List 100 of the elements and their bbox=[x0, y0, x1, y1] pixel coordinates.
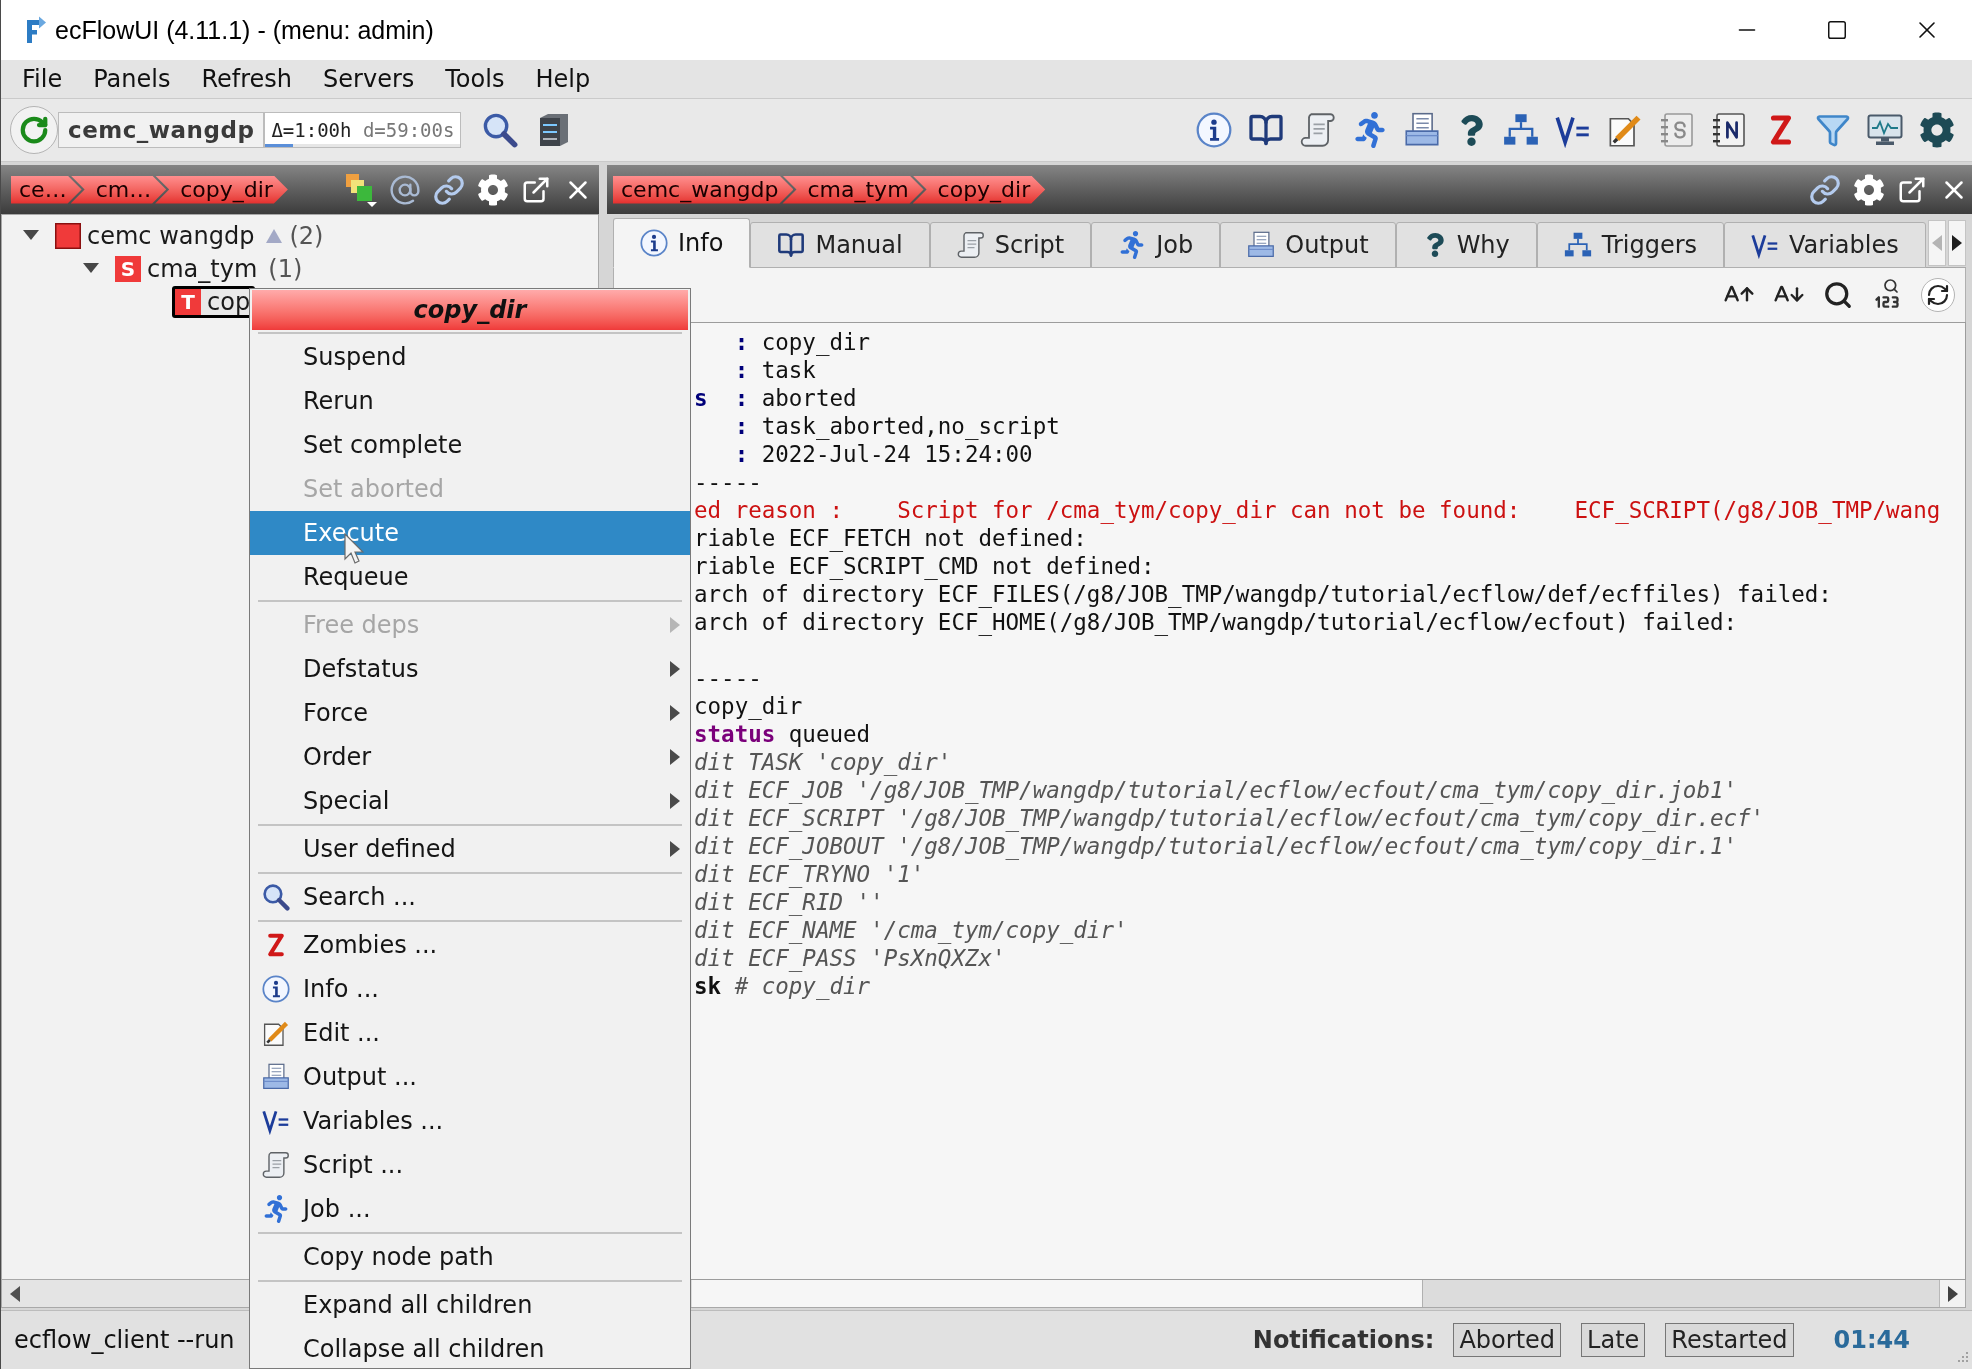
tab[interactable]: Job bbox=[1091, 222, 1221, 268]
clock-time: 01:44 bbox=[1833, 1328, 1910, 1352]
comment-line: dit ECF_SCRIPT '/g8/JOB_TMP/wangdp/tutorial/ecflow/ecfout/cma_tym/copy_dir.ecf' bbox=[694, 804, 1765, 832]
tab[interactable]: Info bbox=[613, 218, 751, 268]
menu-item[interactable]: Search ... bbox=[250, 875, 690, 919]
tab[interactable]: Script bbox=[929, 222, 1092, 268]
keyword: status bbox=[694, 720, 776, 748]
hierarchy-icon[interactable] bbox=[1503, 112, 1539, 148]
menu-item[interactable]: Requeue bbox=[250, 555, 690, 599]
status-message: ecflow_client --run bbox=[14, 1328, 235, 1352]
node-type-badge: S bbox=[115, 255, 141, 282]
menu-bar-item[interactable]: Panels bbox=[93, 67, 171, 91]
hierarchy-icon bbox=[1563, 231, 1592, 259]
settings-icon[interactable] bbox=[477, 173, 509, 206]
detach-icon[interactable] bbox=[521, 174, 551, 205]
text-line: riable ECF_FETCH not defined: bbox=[694, 524, 1087, 552]
breadcrumb[interactable]: copy_dir bbox=[912, 175, 1046, 204]
at-sign-icon[interactable] bbox=[389, 173, 421, 206]
menu-bar-item[interactable]: Tools bbox=[445, 67, 505, 91]
tab[interactable]: Why bbox=[1395, 222, 1537, 268]
menu-item[interactable]: Expand all children bbox=[250, 1283, 690, 1327]
breadcrumb[interactable]: cma_tym bbox=[782, 175, 924, 204]
refresh-period: d=59:00s bbox=[362, 120, 455, 140]
notification-button[interactable]: Aborted bbox=[1453, 1323, 1562, 1357]
scroll-right-arrow-icon[interactable] bbox=[1947, 1285, 1958, 1302]
search-icon[interactable] bbox=[482, 112, 519, 148]
right-arrow-icon bbox=[1951, 235, 1962, 251]
info-icon bbox=[640, 229, 668, 257]
left-arrow-icon bbox=[1931, 235, 1942, 251]
scroll-icon[interactable] bbox=[1300, 112, 1336, 148]
menu-item[interactable]: Job ... bbox=[250, 1187, 690, 1231]
text-line: copy_dir bbox=[694, 692, 803, 720]
menu-item[interactable]: Special bbox=[250, 779, 690, 823]
maximize-icon[interactable] bbox=[1826, 19, 1848, 41]
menu-item[interactable]: Defstatus bbox=[250, 647, 690, 691]
detach-icon[interactable] bbox=[1897, 174, 1927, 205]
menu-item[interactable]: Order bbox=[250, 735, 690, 779]
book-icon[interactable] bbox=[1248, 112, 1284, 148]
document-tray-icon[interactable] bbox=[1404, 112, 1440, 148]
pencil-note-icon bbox=[262, 1019, 290, 1047]
refresh-button[interactable] bbox=[10, 106, 58, 154]
text-line: arch of directory ECF_HOME(/g8/JOB_TMP/wangdp/tutorial/ecflow/ecfout) failed: bbox=[694, 608, 1738, 636]
notebook-n-icon[interactable] bbox=[1711, 112, 1747, 148]
menu-item[interactable]: Edit ... bbox=[250, 1011, 690, 1055]
tree-node[interactable]: cemc wangdp bbox=[52, 219, 260, 252]
comment-line: dit ECF_RID '' bbox=[694, 888, 884, 916]
info-icon[interactable] bbox=[1196, 112, 1232, 148]
expand-arrow-icon[interactable] bbox=[23, 230, 39, 241]
expand-arrow-icon[interactable] bbox=[83, 263, 99, 274]
menu-item[interactable]: Execute bbox=[250, 511, 690, 555]
menu-item[interactable]: User defined bbox=[250, 827, 690, 871]
settings-icon[interactable] bbox=[1919, 112, 1955, 148]
link-icon[interactable] bbox=[1809, 173, 1841, 206]
reload-icon[interactable] bbox=[1921, 278, 1955, 312]
app-logo bbox=[25, 16, 47, 44]
menu-bar-item[interactable]: File bbox=[22, 67, 63, 91]
notifications-label: Notifications: bbox=[1252, 1328, 1435, 1352]
comment-line: dit ECF_TRYNO '1' bbox=[694, 860, 925, 888]
notification-button[interactable]: Restarted bbox=[1665, 1323, 1794, 1357]
menu-item[interactable]: Script ... bbox=[250, 1143, 690, 1187]
tab-scroll-button[interactable] bbox=[1947, 220, 1966, 266]
menu-item[interactable]: Copy node path bbox=[250, 1235, 690, 1279]
menu-item[interactable]: Force bbox=[250, 691, 690, 735]
tree-node[interactable]: T cop bbox=[172, 285, 256, 318]
node-count: (1) bbox=[268, 256, 303, 281]
scrollbar-thumb[interactable] bbox=[692, 1280, 1423, 1307]
menu-bar-item[interactable]: Servers bbox=[323, 67, 415, 91]
colon-separator: : bbox=[734, 328, 749, 356]
notification-button[interactable]: Late bbox=[1581, 1323, 1646, 1357]
breadcrumb[interactable]: copy_dir bbox=[155, 175, 288, 204]
menu-item[interactable]: Rerun bbox=[250, 379, 690, 423]
attribute-key: s bbox=[694, 385, 708, 411]
scroll-icon bbox=[262, 1151, 290, 1179]
settings-icon[interactable] bbox=[1853, 173, 1885, 206]
search-icon[interactable] bbox=[1823, 280, 1853, 310]
menu-item[interactable]: Output ... bbox=[250, 1055, 690, 1099]
menu-item[interactable]: Collapse all children bbox=[250, 1327, 690, 1368]
breadcrumb[interactable]: cemc_wangdp bbox=[613, 175, 794, 204]
document-tray-icon bbox=[262, 1063, 290, 1091]
scroll-icon bbox=[956, 231, 985, 259]
colored-squares-icon[interactable] bbox=[345, 172, 377, 207]
monitor-chart-icon[interactable] bbox=[1867, 114, 1903, 146]
server-name[interactable]: cemc_wangdp bbox=[58, 112, 265, 148]
menu-item[interactable]: Suspend bbox=[250, 335, 690, 379]
menu-bar-item[interactable]: Refresh bbox=[201, 67, 293, 91]
notebook-s-icon[interactable] bbox=[1659, 112, 1695, 148]
tab[interactable]: Output bbox=[1220, 222, 1396, 268]
link-icon[interactable] bbox=[433, 173, 465, 206]
scroll-left-arrow-icon[interactable] bbox=[10, 1285, 20, 1302]
menu-bar-item[interactable]: Help bbox=[535, 67, 591, 91]
tab[interactable]: Variables bbox=[1724, 222, 1926, 268]
menu-item[interactable]: Info ... bbox=[250, 967, 690, 1011]
menu-item[interactable]: Set complete bbox=[250, 423, 690, 467]
tab[interactable]: Manual bbox=[750, 222, 930, 268]
menu-item[interactable]: Variables ... bbox=[250, 1099, 690, 1143]
colon-separator: : bbox=[734, 384, 749, 412]
filter-icon[interactable] bbox=[1815, 112, 1851, 148]
tree-node[interactable]: S cma_tym bbox=[112, 252, 263, 285]
tab[interactable]: Triggers bbox=[1536, 222, 1725, 268]
menu-item[interactable]: Zombies ... bbox=[250, 923, 690, 967]
